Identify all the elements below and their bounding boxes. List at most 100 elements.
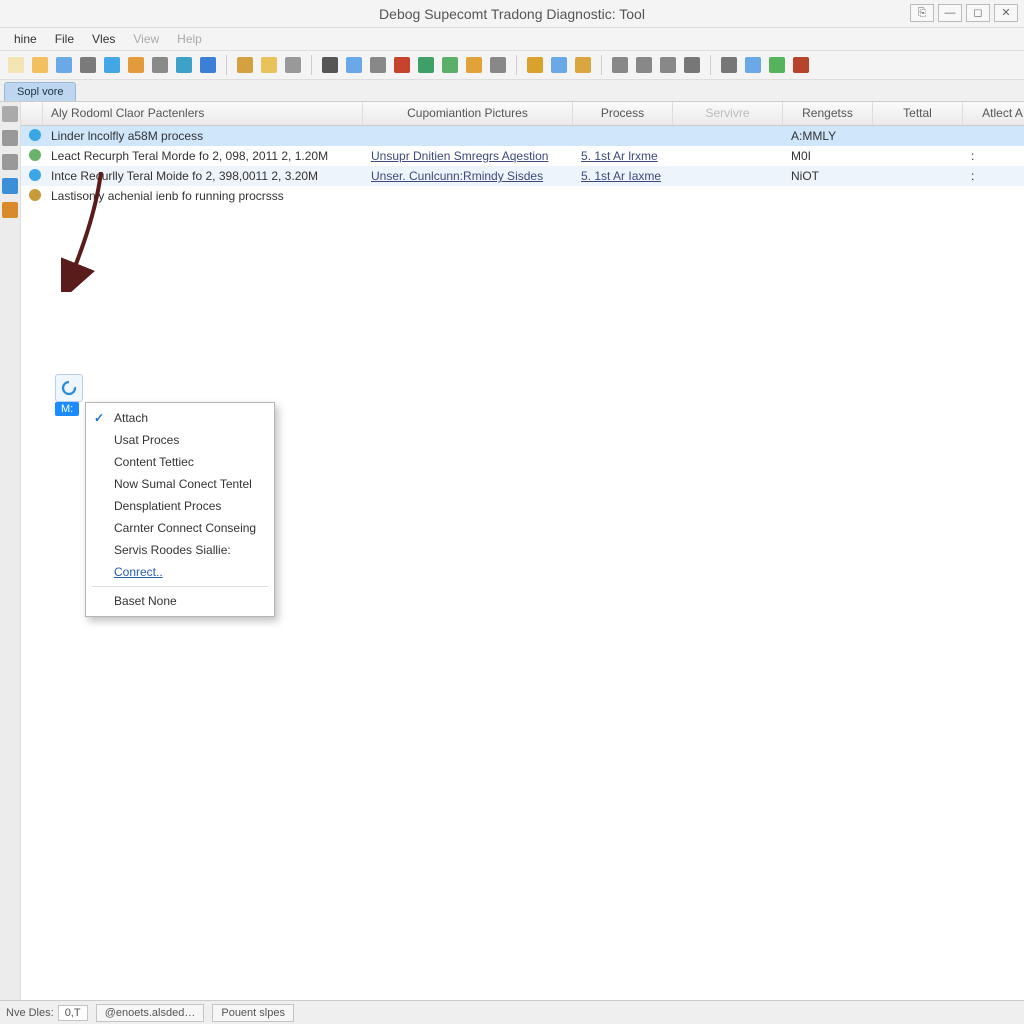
minimize-button[interactable]: — — [938, 4, 962, 22]
row-rengetss: A:MMLY — [783, 129, 873, 143]
row-description: Lastisonly achenial ienb fo running proc… — [43, 189, 363, 203]
row-pictures[interactable]: Unser. Cunlcunn:Rmindy Sisdes — [363, 169, 573, 183]
menu-separator — [92, 586, 268, 587]
save-icon[interactable] — [54, 55, 74, 75]
print-icon[interactable] — [150, 55, 170, 75]
menu-help[interactable]: Help — [169, 30, 210, 48]
circle-icon[interactable] — [767, 55, 787, 75]
toolbar-separator — [710, 55, 711, 75]
column-c3[interactable]: Process — [573, 102, 673, 125]
column-c4[interactable]: Servivre — [673, 102, 783, 125]
file-icon[interactable] — [6, 55, 26, 75]
table-icon[interactable] — [743, 55, 763, 75]
status-button-enoets[interactable]: @enoets.alsded… — [96, 1004, 205, 1022]
pencil-icon[interactable] — [320, 55, 340, 75]
chevron-down-icon[interactable] — [658, 55, 678, 75]
grid-icon[interactable] — [440, 55, 460, 75]
restore-button[interactable]: ◻ — [966, 4, 990, 22]
row-process[interactable]: 5. 1st Ar lrxme — [573, 149, 673, 163]
block-icon[interactable] — [791, 55, 811, 75]
row-status-icon — [21, 149, 43, 164]
table-body: Linder lncolfly a58M process A:MMLY Leact … — [21, 126, 1024, 206]
menu-vles[interactable]: Vles — [84, 30, 123, 48]
row-description: Leact Recurph Teral Morde fo 2, 098, 201… — [43, 149, 363, 163]
table-row[interactable]: Lastisonly achenial ienb fo running proc… — [21, 186, 1024, 206]
menu-file[interactable]: File — [47, 30, 82, 48]
copy-icon[interactable] — [259, 55, 279, 75]
refresh-icon[interactable] — [102, 55, 122, 75]
menu-item-densplatient-proces[interactable]: Densplatient Proces — [86, 495, 274, 517]
menu-hine[interactable]: hine — [6, 30, 45, 48]
column-c1[interactable]: Aly Rodoml Claor Pactenlers — [43, 102, 363, 125]
column-c7[interactable]: Atlect A — [963, 102, 1024, 125]
row-atlect: : — [963, 169, 1024, 183]
process-icon[interactable] — [55, 374, 83, 402]
table-row[interactable]: Intce Recurlly Teral Moide fo 2, 398,001… — [21, 166, 1024, 186]
list-icon[interactable] — [283, 55, 303, 75]
menu-item-usat-proces[interactable]: Usat Proces — [86, 429, 274, 451]
window-title: Debog Supecomt Tradong Diagnostic: Tool — [379, 6, 645, 22]
search-icon[interactable] — [2, 178, 18, 194]
palette-icon[interactable] — [464, 55, 484, 75]
tag-icon[interactable] — [126, 55, 146, 75]
status-button-pouent[interactable]: Pouent slpes — [212, 1004, 294, 1022]
context-menu: AttachUsat ProcesContent TettiecNow Suma… — [85, 402, 275, 617]
column-c0[interactable] — [21, 102, 43, 125]
menu-item-conrect[interactable]: Conrect.. — [86, 561, 274, 583]
row-status-icon — [21, 129, 43, 144]
menu-item-baset-none[interactable]: Baset None — [86, 590, 274, 612]
arrows-icon[interactable] — [719, 55, 739, 75]
menu-item-content-tettiec[interactable]: Content Tettiec — [86, 451, 274, 473]
row-status-icon — [21, 189, 43, 204]
chevron-down-icon[interactable] — [488, 55, 508, 75]
disk-icon[interactable] — [344, 55, 364, 75]
open-icon[interactable] — [30, 55, 50, 75]
callout-icon[interactable] — [2, 154, 18, 170]
warning-icon[interactable] — [2, 202, 18, 218]
pointer-icon[interactable] — [634, 55, 654, 75]
toolbar-separator — [516, 55, 517, 75]
column-c5[interactable]: Rengetss — [783, 102, 873, 125]
tab-strip: Sopl vore — [0, 80, 1024, 102]
column-c6[interactable]: Tettal — [873, 102, 963, 125]
row-rengetss: M0I — [783, 149, 873, 163]
tab-active[interactable]: Sopl vore — [4, 82, 76, 101]
status-bar: Nve Dles: 0,T @enoets.alsded… Pouent slp… — [0, 1000, 1024, 1024]
row-description: Intce Recurlly Teral Moide fo 2, 398,001… — [43, 169, 363, 183]
toolbar-separator — [226, 55, 227, 75]
globe-icon[interactable] — [174, 55, 194, 75]
menu-view[interactable]: View — [125, 30, 167, 48]
scissors-icon[interactable] — [682, 55, 702, 75]
search-icon[interactable] — [610, 55, 630, 75]
panel-icon[interactable] — [2, 106, 18, 122]
title-bar: Debog Supecomt Tradong Diagnostic: Tool … — [0, 0, 1024, 28]
world-icon[interactable] — [525, 55, 545, 75]
table-row[interactable]: Linder lncolfly a58M process A:MMLY — [21, 126, 1024, 146]
stop-icon[interactable] — [392, 55, 412, 75]
gear-icon[interactable] — [368, 55, 388, 75]
link-icon[interactable] — [198, 55, 218, 75]
window-controls: ⎘ — ◻ ✕ — [910, 4, 1018, 22]
grid-icon[interactable] — [2, 130, 18, 146]
row-process[interactable]: 5. 1st Ar Iaxme — [573, 169, 673, 183]
browse-icon[interactable] — [573, 55, 593, 75]
row-description: Linder lncolfly a58M process — [43, 129, 363, 143]
menu-item-attach[interactable]: Attach — [86, 407, 274, 429]
row-atlect: : — [963, 149, 1024, 163]
book-icon[interactable] — [235, 55, 255, 75]
network-icon[interactable] — [416, 55, 436, 75]
photo-icon[interactable] — [78, 55, 98, 75]
status-value-input[interactable]: 0,T — [58, 1005, 88, 1021]
column-c2[interactable]: Cupomiantion Pictures — [363, 102, 573, 125]
process-selected-label[interactable]: M: — [55, 402, 79, 416]
row-pictures[interactable]: Unsupr Dnitien Smregrs Aqestion — [363, 149, 573, 163]
left-sidebar — [0, 102, 21, 1000]
menu-item-carnter-connect-conseing[interactable]: Carnter Connect Conseing — [86, 517, 274, 539]
caption-icon[interactable]: ⎘ — [910, 4, 934, 22]
toolbar — [0, 50, 1024, 80]
menu-item-now-sumal-conect-tentel[interactable]: Now Sumal Conect Tentel — [86, 473, 274, 495]
close-button[interactable]: ✕ — [994, 4, 1018, 22]
table-row[interactable]: Leact Recurph Teral Morde fo 2, 098, 201… — [21, 146, 1024, 166]
window-icon[interactable] — [549, 55, 569, 75]
menu-item-servis-roodes-siallie[interactable]: Servis Roodes Siallie: — [86, 539, 274, 561]
